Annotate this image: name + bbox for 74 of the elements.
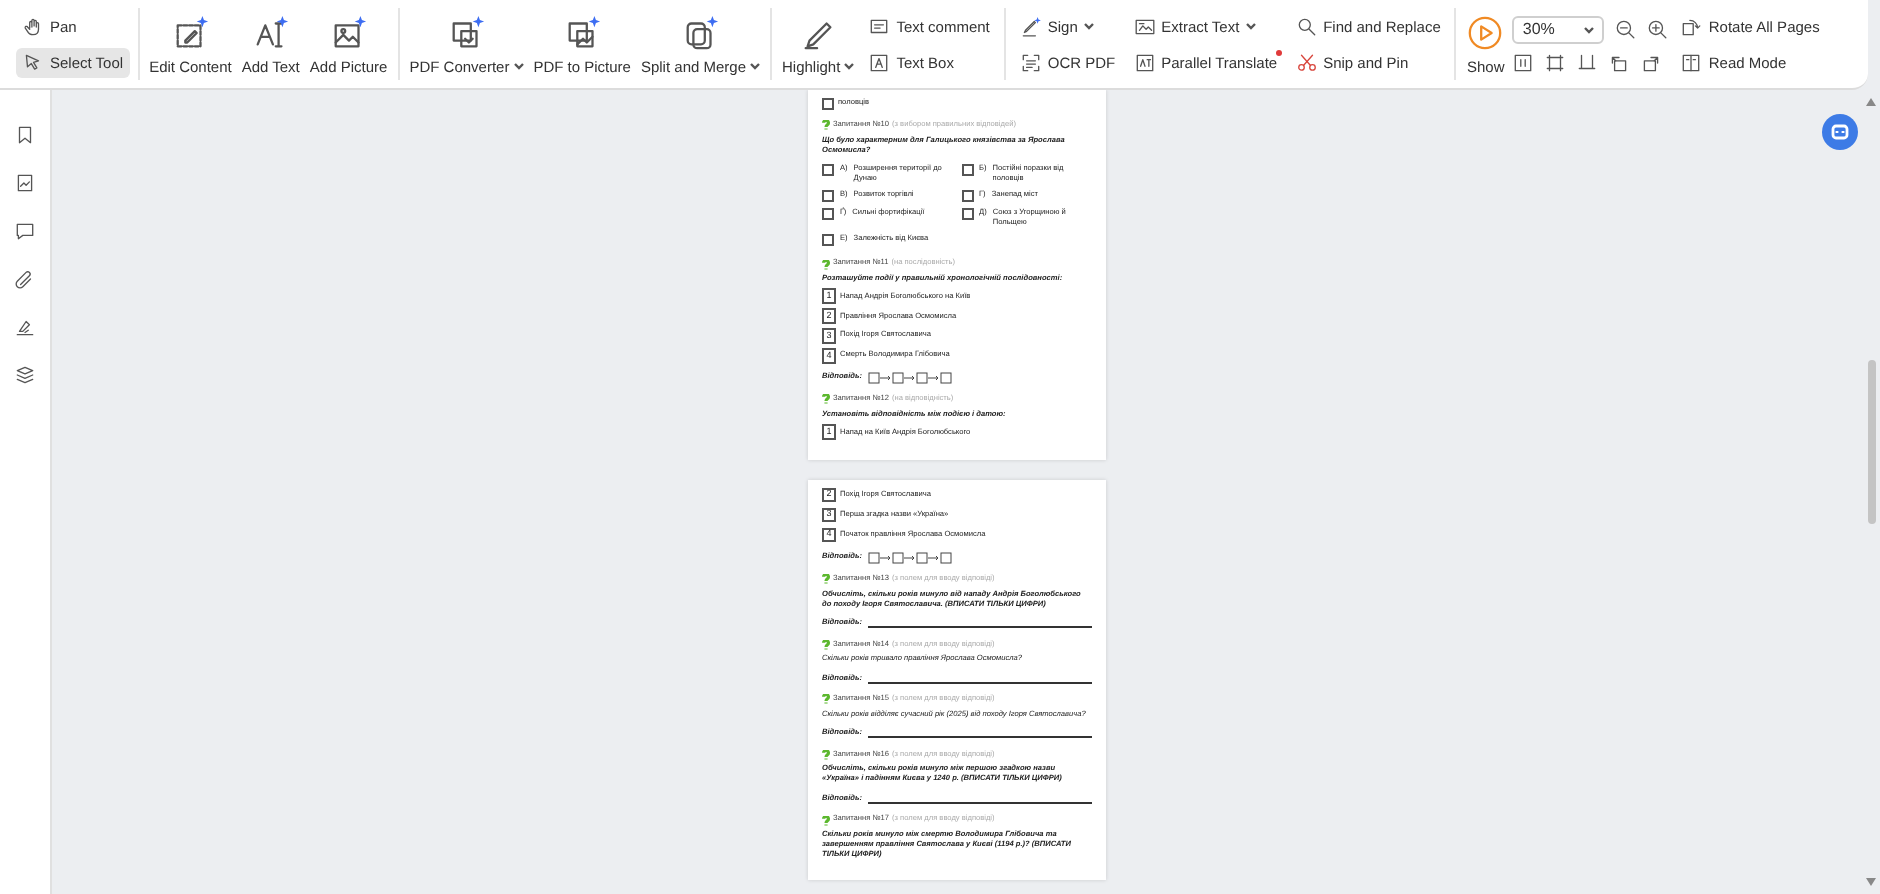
checkbox[interactable]: [822, 163, 834, 176]
scissors-icon: [1295, 51, 1318, 73]
caret-icon: [1083, 22, 1094, 30]
zoom-in-icon: [1646, 18, 1669, 40]
comment-icon: [14, 220, 36, 242]
checkbox[interactable]: [822, 189, 834, 202]
question-mark-icon: [822, 120, 830, 131]
text-cursor-icon: [251, 13, 290, 51]
question-mark-icon: [822, 574, 830, 585]
rotate-right-button[interactable]: [1640, 51, 1663, 73]
edit-frame-icon: [171, 13, 210, 51]
text-comment-icon: [868, 15, 891, 37]
caret-icon: [1245, 22, 1256, 30]
signature-tab[interactable]: [14, 316, 36, 338]
comment-tab[interactable]: [14, 220, 36, 242]
actual-size-icon: [1512, 51, 1535, 73]
checkbox[interactable]: [822, 98, 834, 110]
sign-pen-icon: [1019, 15, 1042, 37]
question-mark-icon: [822, 639, 830, 650]
question-mark-icon: [822, 394, 830, 405]
chevron-icon: [1584, 25, 1595, 33]
layers-tab[interactable]: [14, 364, 36, 386]
rotate-left-icon: [1608, 51, 1631, 73]
extract-text-icon: [1133, 15, 1156, 37]
question-mark-icon: [822, 815, 830, 826]
caret-icon: [844, 62, 855, 70]
thumbnail-icon: [14, 172, 36, 194]
notification-dot: [1275, 49, 1282, 55]
signature-icon: [14, 316, 36, 338]
scrollbar-thumb[interactable]: [1867, 360, 1875, 524]
image-icon: [329, 13, 368, 51]
checkbox[interactable]: [961, 189, 973, 202]
caret-icon: [750, 62, 760, 70]
fit-page-button[interactable]: [1544, 51, 1567, 73]
translate-icon: [1133, 51, 1156, 73]
fit-width-icon: [1576, 51, 1599, 73]
rotate-left-button[interactable]: [1608, 51, 1631, 73]
checkbox[interactable]: [822, 207, 834, 220]
checkbox[interactable]: [961, 207, 973, 220]
text-box-icon: [868, 51, 891, 73]
robot-icon: [1830, 122, 1850, 142]
zoom-select[interactable]: 30%: [1512, 15, 1605, 43]
fit-page-icon: [1544, 51, 1567, 73]
book-icon: [1680, 51, 1703, 73]
assistant-button[interactable]: [1822, 114, 1858, 150]
layers-icon: [14, 364, 36, 386]
checkbox[interactable]: [961, 163, 973, 176]
rotate-icon: [1680, 15, 1703, 37]
zoom-in-button[interactable]: [1646, 18, 1669, 40]
bookmark-icon: [14, 124, 36, 146]
play-icon: [1466, 13, 1505, 51]
checkbox[interactable]: [822, 234, 834, 247]
attachment-tab[interactable]: [14, 268, 36, 290]
caret-icon: [513, 62, 524, 70]
convert-icon: [447, 13, 486, 51]
copy-icon: [681, 13, 720, 51]
cursor-icon: [22, 51, 44, 73]
hand-icon: [22, 15, 44, 37]
bookmark-tab[interactable]: [14, 124, 36, 146]
actual-size-button[interactable]: [1512, 51, 1535, 73]
scroll-up-icon[interactable]: [1866, 98, 1876, 106]
zoom-out-button[interactable]: [1614, 18, 1637, 40]
question-mark-icon: [822, 749, 830, 760]
image-convert-icon: [563, 13, 602, 51]
attachment-icon: [14, 268, 36, 290]
search-icon: [1295, 15, 1318, 37]
scan-text-icon: [1019, 51, 1042, 73]
question-mark-icon: [822, 694, 830, 705]
scroll-down-icon[interactable]: [1866, 878, 1876, 886]
thumbnail-tab[interactable]: [14, 172, 36, 194]
fit-width-button[interactable]: [1576, 51, 1599, 73]
question-mark-icon: [822, 259, 830, 269]
zoom-out-icon: [1614, 18, 1637, 40]
rotate-right-icon: [1640, 51, 1663, 73]
